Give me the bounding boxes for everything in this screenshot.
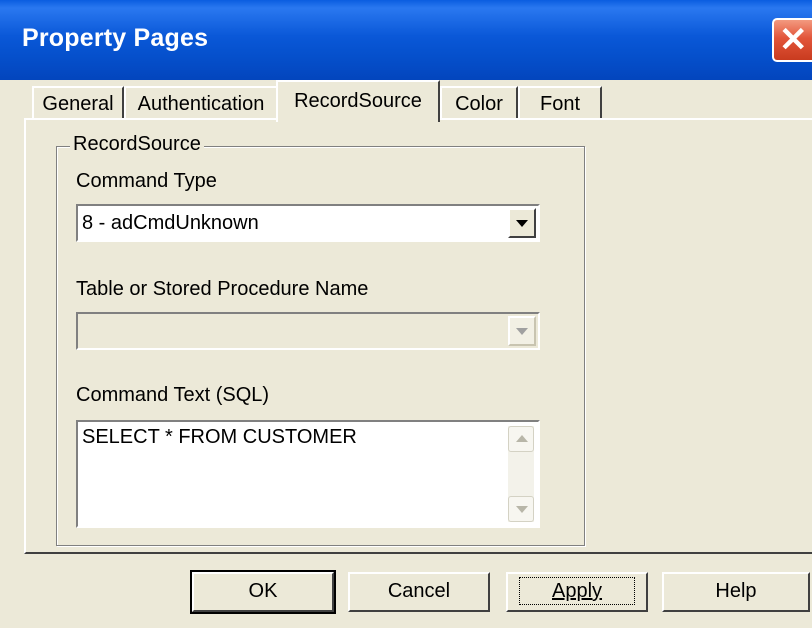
command-type-select[interactable]: 8 - adCmdUnknown — [76, 204, 540, 242]
close-button[interactable]: ✕ — [772, 18, 812, 62]
chevron-down-icon — [516, 506, 528, 513]
chevron-up-icon — [516, 435, 528, 442]
command-type-dropdown-button[interactable] — [508, 208, 536, 238]
command-type-value: 8 - adCmdUnknown — [82, 212, 259, 234]
property-pages-window: Property Pages ✕ General Authentication … — [0, 0, 812, 628]
ok-button[interactable]: OK — [190, 570, 336, 614]
help-button[interactable]: Help — [662, 572, 810, 612]
tab-authentication[interactable]: Authentication — [124, 86, 278, 118]
table-name-dropdown-button — [508, 316, 536, 346]
apply-button[interactable]: Apply — [506, 572, 648, 612]
command-type-label: Command Type — [76, 170, 217, 192]
title-bar[interactable]: Property Pages ✕ — [0, 0, 812, 80]
vertical-scrollbar[interactable] — [508, 426, 534, 522]
tab-general[interactable]: General — [32, 86, 124, 118]
scroll-down-button[interactable] — [508, 496, 534, 522]
scroll-up-button[interactable] — [508, 426, 534, 452]
tab-color[interactable]: Color — [440, 86, 518, 118]
command-text-value: SELECT * FROM CUSTOMER — [82, 426, 357, 448]
window-title: Property Pages — [22, 24, 209, 52]
chevron-down-icon — [516, 328, 528, 335]
command-text-label: Command Text (SQL) — [76, 384, 270, 406]
command-text-textarea[interactable]: SELECT * FROM CUSTOMER — [76, 420, 540, 528]
chevron-down-icon — [516, 220, 528, 227]
cancel-button[interactable]: Cancel — [348, 572, 490, 612]
table-name-select — [76, 312, 540, 350]
tab-recordsource[interactable]: RecordSource — [276, 80, 440, 122]
table-name-label: Table or Stored Procedure Name — [76, 278, 369, 300]
tab-font[interactable]: Font — [518, 86, 602, 118]
groupbox-label: RecordSource — [70, 133, 204, 156]
close-icon: ✕ — [779, 21, 808, 59]
